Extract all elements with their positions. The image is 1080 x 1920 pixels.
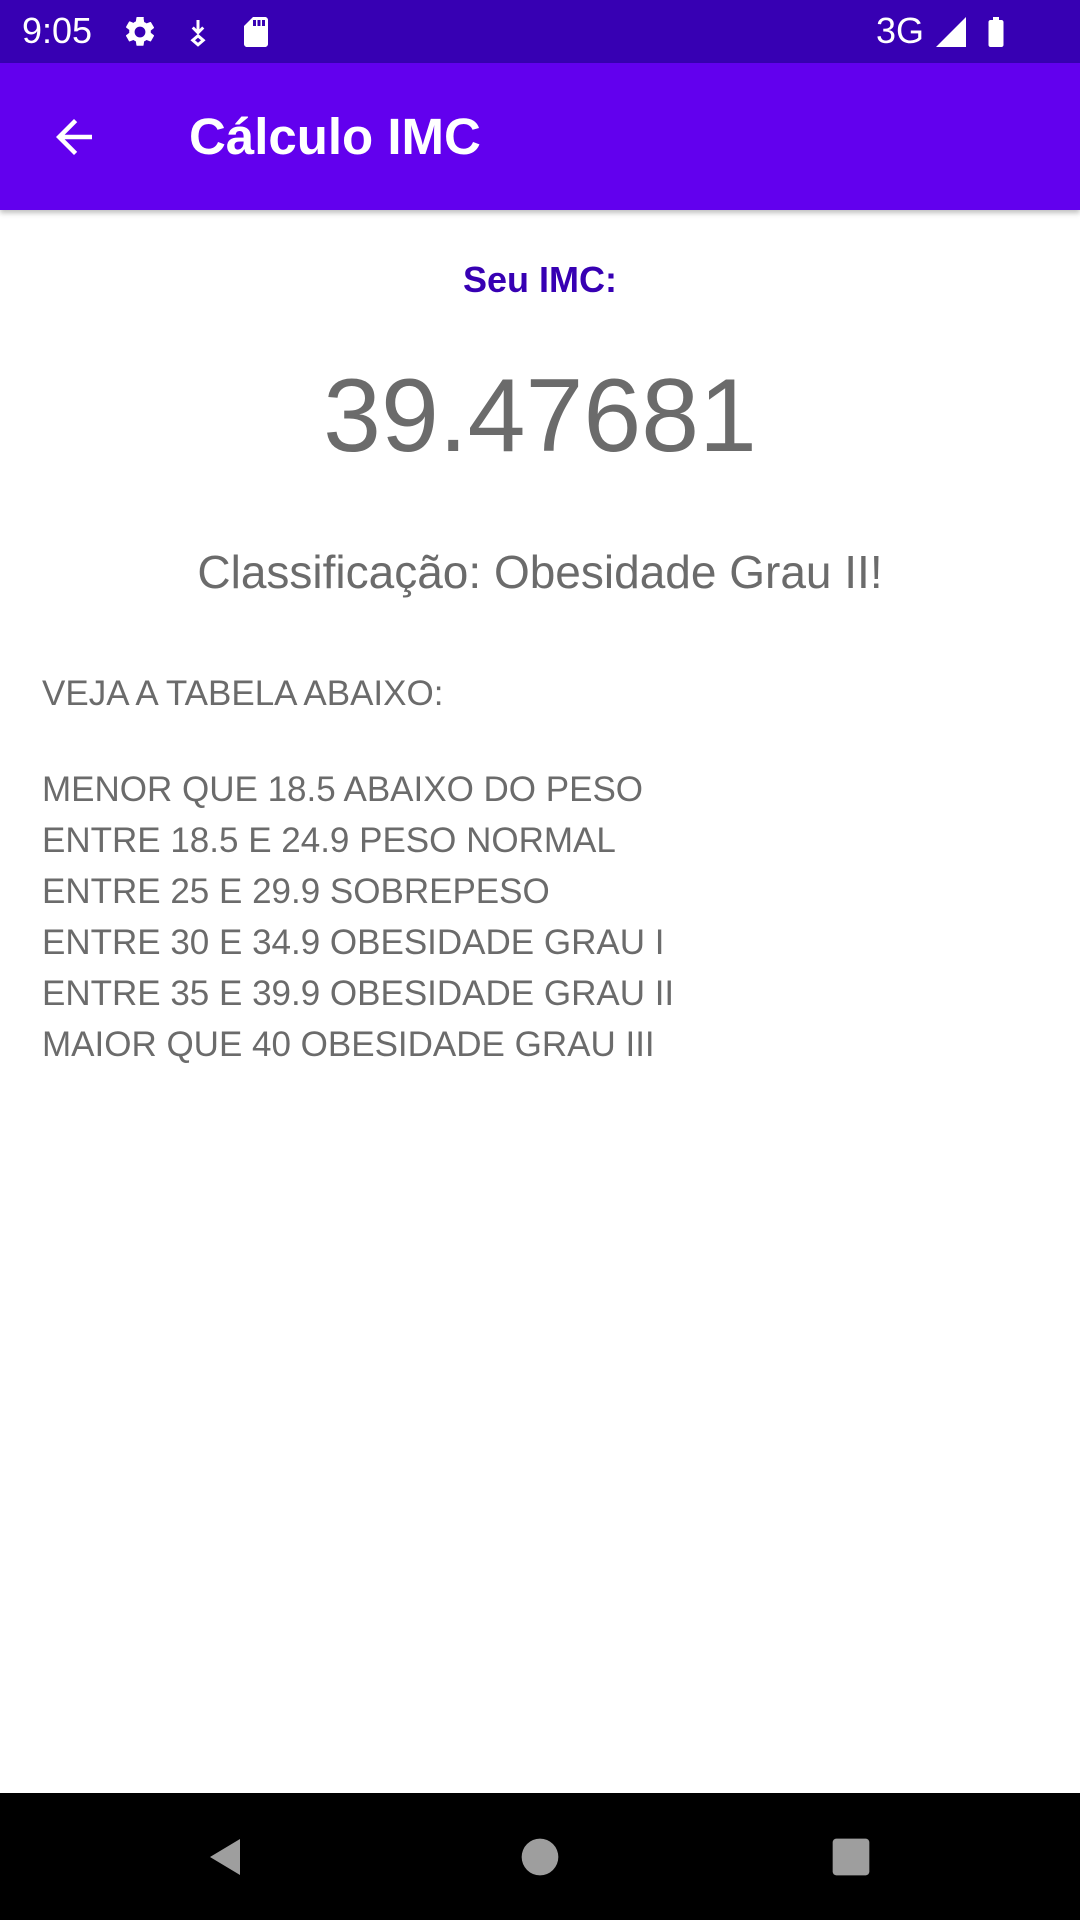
table-row: MAIOR QUE 40 OBESIDADE GRAU III <box>42 1025 655 1064</box>
main-content: Seu IMC: 39.47681 Classificação: Obesida… <box>0 210 1080 1793</box>
table-row: ENTRE 35 E 39.9 OBESIDADE GRAU II <box>42 974 675 1013</box>
status-time: 9:05 <box>22 10 93 51</box>
battery-icon <box>978 14 1014 50</box>
table-heading: VEJA A TABELA ABAIXO: <box>42 674 444 713</box>
classification-text: Classificação: Obesidade Grau II! <box>197 546 883 598</box>
page-title: Cálculo IMC <box>189 108 481 165</box>
nav-back-button[interactable] <box>186 1817 266 1897</box>
recents-square-icon <box>832 1838 870 1876</box>
imc-table: MENOR QUE 18.5 ABAIXO DO PESO ENTRE 18.5… <box>42 764 674 1070</box>
imc-value: 39.47681 <box>323 358 757 474</box>
app-bar: Cálculo IMC <box>0 63 1080 210</box>
settings-icon <box>122 14 158 50</box>
download-icon <box>180 14 216 50</box>
nav-home-button[interactable] <box>500 1817 580 1897</box>
signal-icon <box>933 14 969 50</box>
table-row: ENTRE 25 E 29.9 SOBREPESO <box>42 872 550 911</box>
navigation-bar <box>0 1793 1080 1920</box>
nav-recents-button[interactable] <box>811 1817 891 1897</box>
table-row: ENTRE 18.5 E 24.9 PESO NORMAL <box>42 821 616 860</box>
arrow-back-icon <box>56 119 92 155</box>
table-row: MENOR QUE 18.5 ABAIXO DO PESO <box>42 770 644 809</box>
status-bar: 9:05 3G <box>0 0 1080 63</box>
back-triangle-icon <box>210 1839 240 1875</box>
home-circle-icon <box>521 1838 559 1876</box>
network-type: 3G <box>876 10 925 51</box>
imc-label: Seu IMC: <box>462 259 617 300</box>
screen: 9:05 3G Cálculo IMC Seu IMC: 39.47681 Cl… <box>0 0 1080 1920</box>
table-row: ENTRE 30 E 34.9 OBESIDADE GRAU I <box>42 923 665 962</box>
sd-card-icon <box>238 14 274 50</box>
back-button[interactable] <box>34 97 114 177</box>
